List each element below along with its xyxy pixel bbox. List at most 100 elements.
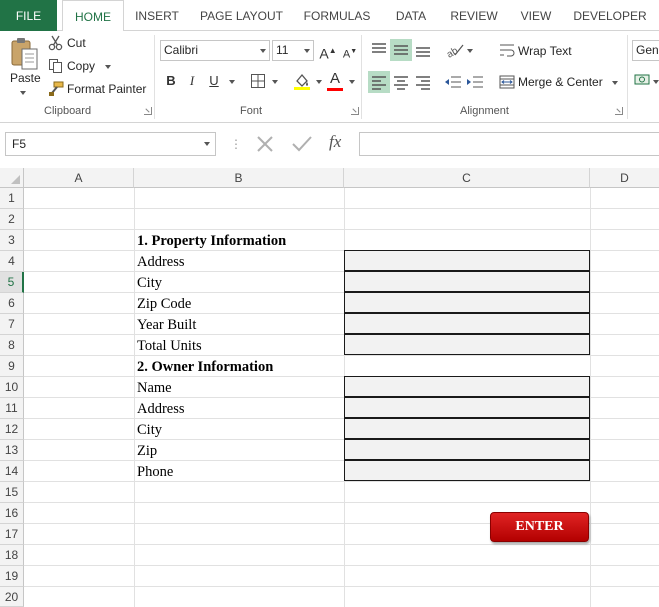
accounting-dropdown-icon[interactable] [653,80,659,84]
chevron-down-icon[interactable] [204,142,210,146]
borders-dropdown-icon[interactable] [272,80,278,84]
row-header[interactable]: 10 [0,377,24,398]
bold-button[interactable]: B [161,71,181,91]
row-header[interactable]: 15 [0,482,24,503]
row-header-selected[interactable]: 5 [0,272,24,293]
merge-center-button[interactable]: Merge & Center [518,75,603,89]
select-all-corner[interactable] [0,168,24,188]
owner-city-input[interactable] [344,418,590,439]
fill-color-icon[interactable] [293,72,311,93]
merge-center-dropdown-icon[interactable] [612,81,618,85]
font-color-dropdown-icon[interactable] [349,80,355,84]
property-zip-input[interactable] [344,292,590,313]
cancel-icon[interactable] [255,134,275,157]
name-box[interactable]: F5 [5,132,216,156]
align-left-icon[interactable] [368,71,390,93]
tab-data[interactable]: DATA [386,0,436,31]
orientation-icon[interactable]: ab [445,41,465,62]
row-header[interactable]: 11 [0,398,24,419]
owner-address-input[interactable] [344,397,590,418]
borders-icon[interactable] [250,73,266,92]
shrink-font-button[interactable]: A▼ [340,42,360,62]
align-right-icon[interactable] [412,71,434,93]
row-header[interactable]: 2 [0,209,24,230]
row-header[interactable]: 20 [0,587,24,607]
tab-insert[interactable]: INSERT [128,0,186,31]
underline-button[interactable]: U [204,71,224,91]
row-header[interactable]: 16 [0,503,24,524]
align-center-icon[interactable] [390,71,412,93]
enter-button[interactable]: ENTER [490,512,589,542]
accounting-format-icon[interactable] [634,72,652,91]
copy-button[interactable]: Copy [67,59,95,73]
tab-review[interactable]: REVIEW [444,0,504,31]
copy-dropdown-icon[interactable] [105,65,111,69]
tab-file[interactable]: FILE [0,0,57,31]
font-dialog-launcher-icon[interactable] [351,107,359,115]
formula-input[interactable] [359,132,659,156]
copy-icon[interactable] [48,58,64,77]
row-header[interactable]: 18 [0,545,24,566]
property-city-input[interactable] [344,271,590,292]
cut-icon[interactable] [48,35,64,54]
tab-home[interactable]: HOME [62,0,124,32]
tab-developer[interactable]: DEVELOPER [570,0,650,31]
orientation-dropdown-icon[interactable] [467,49,473,53]
property-total-units-input[interactable] [344,334,590,355]
row-header[interactable]: 6 [0,293,24,314]
wrap-text-button[interactable]: Wrap Text [518,44,572,58]
alignment-dialog-launcher-icon[interactable] [615,107,623,115]
paste-dropdown-icon[interactable] [20,91,26,95]
row-header[interactable]: 13 [0,440,24,461]
decrease-indent-icon[interactable] [444,73,462,94]
property-year-built-input[interactable] [344,313,590,334]
font-name-combo[interactable]: Calibri [160,40,270,61]
tab-formulas[interactable]: FORMULAS [298,0,376,31]
row-header[interactable]: 8 [0,335,24,356]
paste-icon[interactable] [9,37,41,73]
number-format-combo[interactable]: Gene [632,40,659,61]
tab-view[interactable]: VIEW [512,0,560,31]
row-header[interactable]: 14 [0,461,24,482]
confirm-icon[interactable] [291,134,313,157]
clipboard-dialog-launcher-icon[interactable] [144,107,152,115]
underline-dropdown-icon[interactable] [229,80,235,84]
column-header-d[interactable]: D [590,168,659,188]
column-header-c[interactable]: C [344,168,590,188]
row-header[interactable]: 7 [0,314,24,335]
grow-font-button[interactable]: A▲ [318,41,338,62]
merge-center-icon[interactable] [499,74,515,93]
format-painter-icon[interactable] [48,81,64,100]
property-address-input[interactable] [344,250,590,271]
middle-align-icon[interactable] [390,39,412,61]
italic-button[interactable]: I [182,71,202,91]
tab-page-layout[interactable]: PAGE LAYOUT [193,0,290,31]
row-header[interactable]: 9 [0,356,24,377]
row-header[interactable]: 3 [0,230,24,251]
column-header-b[interactable]: B [134,168,344,188]
paste-button-label[interactable]: Paste [10,71,41,85]
insert-function-icon[interactable]: fx [329,132,341,152]
chevron-down-icon[interactable] [260,49,266,53]
row-header[interactable]: 4 [0,251,24,272]
fill-color-dropdown-icon[interactable] [316,80,322,84]
owner-zip-input[interactable] [344,439,590,460]
row-header[interactable]: 1 [0,188,24,209]
column-header-a[interactable]: A [24,168,134,188]
row-header[interactable]: 19 [0,566,24,587]
cut-button[interactable]: Cut [67,36,86,50]
worksheet-grid[interactable]: A B C D 1 2 3 4 5 6 7 8 9 10 11 12 13 14… [0,168,659,607]
wrap-text-icon[interactable] [499,42,515,61]
top-align-icon[interactable] [368,39,390,61]
font-color-button[interactable]: A [325,69,345,89]
owner-phone-input[interactable] [344,460,590,481]
font-size-combo[interactable]: 11 [272,40,314,61]
increase-indent-icon[interactable] [466,73,484,94]
owner-name-input[interactable] [344,376,590,397]
row-header[interactable]: 12 [0,419,24,440]
row-header[interactable]: 17 [0,524,24,545]
format-painter-button[interactable]: Format Painter [67,82,146,96]
more-options-icon[interactable]: ⋮ [230,137,242,151]
chevron-down-icon[interactable] [304,49,310,53]
bottom-align-icon[interactable] [412,39,434,61]
